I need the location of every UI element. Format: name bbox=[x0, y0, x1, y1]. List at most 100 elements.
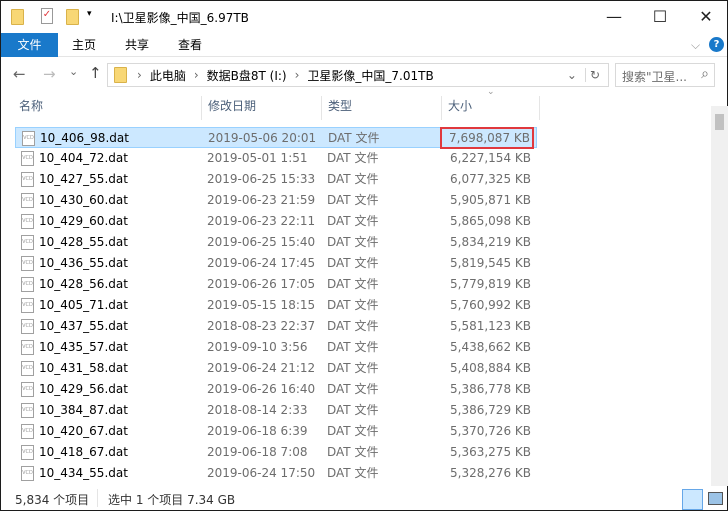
file-size: 5,386,778 KB bbox=[450, 382, 531, 396]
breadcrumb-separator: › bbox=[193, 68, 199, 82]
file-size: 5,760,992 KB bbox=[450, 298, 531, 312]
new-folder-icon[interactable] bbox=[66, 9, 79, 25]
file-name: 10_429_56.dat bbox=[39, 382, 128, 396]
column-divider[interactable] bbox=[201, 96, 202, 120]
refresh-button[interactable]: ↻ bbox=[584, 68, 600, 82]
file-size: 5,328,276 KB bbox=[450, 466, 531, 480]
file-icon: VCD bbox=[21, 403, 34, 418]
file-row[interactable]: VCD 10_406_98.dat 2019-05-06 20:01 DAT 文… bbox=[15, 127, 537, 149]
back-button[interactable]: ← bbox=[13, 65, 26, 83]
file-date: 2019-09-10 3:56 bbox=[207, 340, 308, 354]
file-type: DAT 文件 bbox=[327, 466, 379, 480]
file-size: 5,779,819 KB bbox=[450, 277, 531, 291]
file-row[interactable]: VCD 10_430_60.dat 2019-06-23 21:59 DAT 文… bbox=[15, 190, 537, 211]
file-icon: VCD bbox=[21, 151, 34, 166]
file-name: 10_431_58.dat bbox=[39, 361, 128, 375]
vertical-scrollbar[interactable] bbox=[711, 106, 728, 486]
file-row[interactable]: VCD 10_427_55.dat 2019-06-25 15:33 DAT 文… bbox=[15, 169, 537, 190]
file-row[interactable]: VCD 10_429_60.dat 2019-06-23 22:11 DAT 文… bbox=[15, 211, 537, 232]
file-size: 5,865,098 KB bbox=[450, 214, 531, 228]
file-row[interactable]: VCD 10_428_56.dat 2019-06-26 17:05 DAT 文… bbox=[15, 274, 537, 295]
scrollbar-thumb[interactable] bbox=[715, 114, 724, 130]
file-icon: VCD bbox=[21, 172, 34, 187]
column-header-date[interactable]: 修改日期 bbox=[208, 96, 256, 120]
column-divider[interactable] bbox=[321, 96, 322, 120]
help-icon[interactable]: ? bbox=[709, 37, 724, 52]
file-name: 10_384_87.dat bbox=[39, 403, 128, 417]
breadcrumb-this-pc[interactable]: 此电脑 bbox=[150, 67, 186, 84]
properties-icon[interactable]: ✓ bbox=[41, 8, 53, 24]
file-icon: VCD bbox=[21, 319, 34, 334]
ribbon-tabs: 文件 主页 共享 查看 ⌵ ? bbox=[1, 33, 727, 57]
quick-access-dropdown-icon[interactable]: ▾ bbox=[87, 9, 92, 19]
file-type: DAT 文件 bbox=[327, 319, 379, 333]
minimize-button[interactable]: — bbox=[591, 1, 637, 32]
file-size: 5,581,123 KB bbox=[450, 319, 531, 333]
file-row[interactable]: VCD 10_437_55.dat 2018-08-23 22:37 DAT 文… bbox=[15, 316, 537, 337]
file-date: 2019-06-26 16:40 bbox=[207, 382, 316, 396]
tab-view[interactable]: 查看 bbox=[178, 33, 202, 57]
file-row[interactable]: VCD 10_434_55.dat 2019-06-24 17:50 DAT 文… bbox=[15, 463, 537, 484]
file-date: 2019-06-23 22:11 bbox=[207, 214, 316, 228]
file-size: 5,438,662 KB bbox=[450, 340, 531, 354]
file-name: 10_436_55.dat bbox=[39, 256, 128, 270]
breadcrumb-drive[interactable]: 数据B盘8T (I:) bbox=[207, 67, 287, 84]
search-placeholder: 搜索"卫星... bbox=[622, 70, 687, 84]
column-header-name[interactable]: 名称 bbox=[19, 96, 43, 120]
breadcrumb-folder[interactable]: 卫星影像_中国_7.01TB bbox=[307, 67, 433, 84]
file-name: 10_420_67.dat bbox=[39, 424, 128, 438]
file-row[interactable]: VCD 10_435_57.dat 2019-09-10 3:56 DAT 文件… bbox=[15, 337, 537, 358]
file-type: DAT 文件 bbox=[327, 193, 379, 207]
file-row[interactable]: VCD 10_436_55.dat 2019-06-24 17:45 DAT 文… bbox=[15, 253, 537, 274]
large-icons-view-button[interactable] bbox=[708, 492, 723, 505]
file-name: 10_430_60.dat bbox=[39, 193, 128, 207]
tab-file[interactable]: 文件 bbox=[1, 33, 58, 57]
file-date: 2019-06-18 7:08 bbox=[207, 445, 308, 459]
size-highlight-box bbox=[440, 127, 534, 149]
search-input[interactable]: 搜索"卫星... ⌕ bbox=[615, 63, 715, 87]
tab-home[interactable]: 主页 bbox=[72, 33, 96, 57]
file-name: 10_428_56.dat bbox=[39, 277, 128, 291]
column-divider[interactable] bbox=[539, 96, 540, 120]
column-divider[interactable] bbox=[441, 96, 442, 120]
file-size: 6,227,154 KB bbox=[450, 151, 531, 165]
close-button[interactable]: ✕ bbox=[683, 1, 728, 32]
breadcrumb-separator: › bbox=[137, 68, 142, 82]
file-date: 2019-06-18 6:39 bbox=[207, 424, 308, 438]
file-row[interactable]: VCD 10_405_71.dat 2019-05-15 18:15 DAT 文… bbox=[15, 295, 537, 316]
address-bar[interactable]: › 此电脑 › 数据B盘8T (I:) › 卫星影像_中国_7.01TB ⌄ ↻ bbox=[107, 63, 609, 87]
details-view-button[interactable] bbox=[682, 489, 703, 510]
file-name: 10_404_72.dat bbox=[39, 151, 128, 165]
file-type: DAT 文件 bbox=[327, 382, 379, 396]
column-header-type[interactable]: 类型 bbox=[328, 96, 352, 120]
status-divider bbox=[97, 489, 98, 507]
file-row[interactable]: VCD 10_404_72.dat 2019-05-01 1:51 DAT 文件… bbox=[15, 148, 537, 169]
recent-locations-button[interactable]: ⌄ bbox=[69, 65, 78, 78]
file-row[interactable]: VCD 10_428_55.dat 2019-06-25 15:40 DAT 文… bbox=[15, 232, 537, 253]
tab-share[interactable]: 共享 bbox=[125, 33, 149, 57]
maximize-button[interactable]: ☐ bbox=[637, 1, 683, 32]
file-icon: VCD bbox=[21, 193, 34, 208]
file-type: DAT 文件 bbox=[328, 131, 380, 145]
address-dropdown-icon[interactable]: ⌄ bbox=[567, 68, 577, 82]
file-row[interactable]: VCD 10_384_87.dat 2018-08-14 2:33 DAT 文件… bbox=[15, 400, 537, 421]
column-header-size[interactable]: 大小 bbox=[448, 96, 472, 120]
file-row[interactable]: VCD 10_418_67.dat 2019-06-18 7:08 DAT 文件… bbox=[15, 442, 537, 463]
file-date: 2018-08-23 22:37 bbox=[207, 319, 316, 333]
file-row[interactable]: VCD 10_431_58.dat 2019-06-24 21:12 DAT 文… bbox=[15, 358, 537, 379]
file-date: 2019-06-24 21:12 bbox=[207, 361, 316, 375]
up-button[interactable]: ↑ bbox=[89, 64, 102, 82]
file-size: 5,386,729 KB bbox=[450, 403, 531, 417]
file-name: 10_405_71.dat bbox=[39, 298, 128, 312]
file-name: 10_429_60.dat bbox=[39, 214, 128, 228]
window-title: I:\卫星影像_中国_6.97TB bbox=[111, 11, 249, 25]
file-type: DAT 文件 bbox=[327, 403, 379, 417]
file-icon: VCD bbox=[21, 466, 34, 481]
expand-ribbon-icon[interactable]: ⌵ bbox=[691, 33, 700, 57]
file-name: 10_437_55.dat bbox=[39, 319, 128, 333]
file-row[interactable]: VCD 10_429_56.dat 2019-06-26 16:40 DAT 文… bbox=[15, 379, 537, 400]
forward-button[interactable]: → bbox=[43, 65, 56, 83]
file-date: 2019-06-24 17:50 bbox=[207, 466, 316, 480]
file-name: 10_418_67.dat bbox=[39, 445, 128, 459]
file-row[interactable]: VCD 10_420_67.dat 2019-06-18 6:39 DAT 文件… bbox=[15, 421, 537, 442]
